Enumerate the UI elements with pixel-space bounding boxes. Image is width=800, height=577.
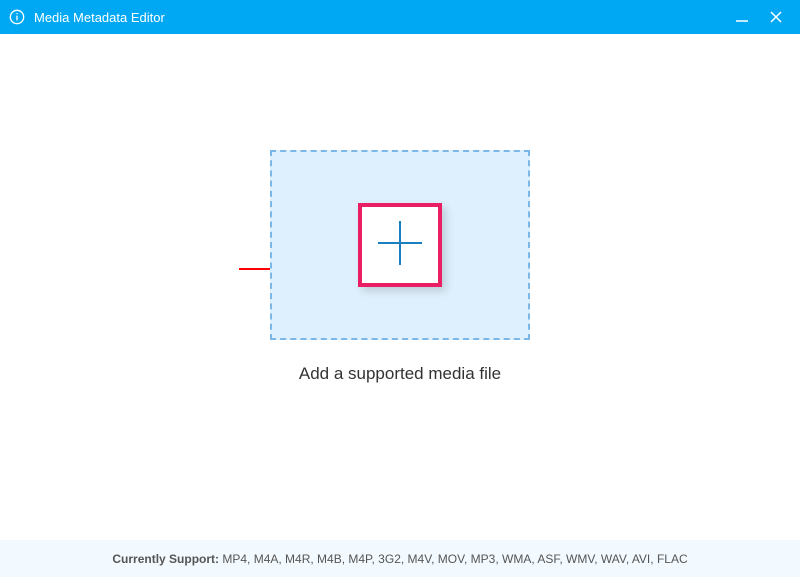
plus-icon (374, 217, 426, 274)
minimize-button[interactable] (734, 9, 750, 25)
main-content: Add a supported media file (0, 34, 800, 540)
footer: Currently Support: MP4, M4A, M4R, M4B, M… (0, 540, 800, 577)
titlebar: Media Metadata Editor (0, 0, 800, 34)
file-dropzone[interactable] (270, 150, 530, 340)
supported-formats-text: Currently Support: MP4, M4A, M4R, M4B, M… (112, 552, 687, 566)
window-controls (734, 9, 792, 25)
close-button[interactable] (768, 9, 784, 25)
dropzone-wrapper: Add a supported media file (270, 150, 530, 384)
add-file-button[interactable] (358, 203, 442, 287)
dropzone-label: Add a supported media file (299, 364, 501, 384)
window-title: Media Metadata Editor (34, 10, 734, 25)
info-icon (8, 8, 26, 26)
supported-formats-list: MP4, M4A, M4R, M4B, M4P, 3G2, M4V, MOV, … (222, 552, 687, 566)
supported-formats-label: Currently Support: (112, 552, 222, 566)
